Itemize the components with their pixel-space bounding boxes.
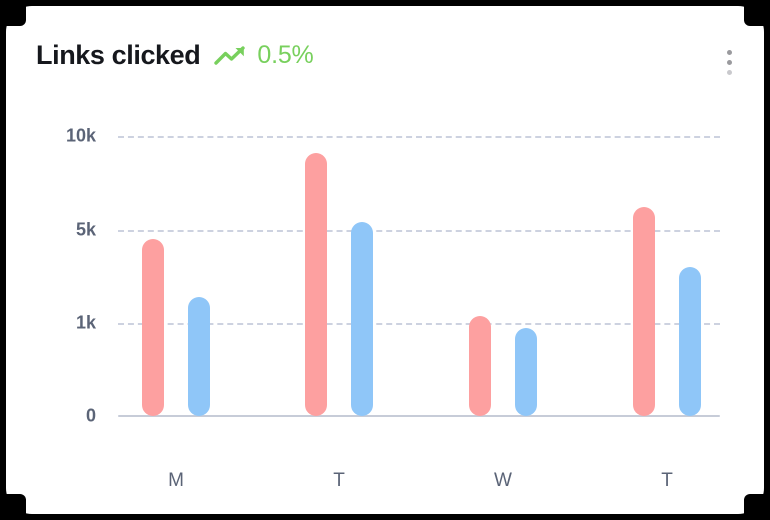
y-axis-tick-label: 10k [65, 125, 96, 146]
y-axis-tick-label: 5k [75, 219, 96, 240]
y-axis-tick-label: 1k [75, 312, 96, 333]
x-axis-tick-label: T [661, 470, 673, 491]
bar[interactable] [515, 327, 537, 416]
bar[interactable] [633, 207, 655, 416]
bar-group [142, 135, 210, 416]
plot-area: 10k 5k 1k 0 M T W T [66, 126, 720, 491]
bar[interactable] [469, 316, 491, 416]
corner-mark-bottom-right [744, 494, 770, 520]
corner-mark-top-left [0, 0, 26, 26]
screenshot-root: Links clicked 0.5% 10k 5k 1k 0 M T W T [0, 0, 770, 520]
metric-card: Links clicked 0.5% 10k 5k 1k 0 M T W T [6, 6, 764, 514]
bar[interactable] [351, 222, 373, 416]
x-axis-tick-label: M [168, 470, 184, 491]
bar[interactable] [142, 239, 164, 416]
bar-group [305, 135, 373, 416]
corner-mark-bottom-left [0, 494, 26, 520]
bar[interactable] [305, 152, 327, 416]
x-axis-tick-label: T [333, 470, 345, 491]
bar[interactable] [188, 297, 210, 416]
bar-group [469, 135, 537, 416]
x-axis-tick-label: W [494, 470, 512, 491]
bar-group [633, 135, 701, 416]
y-axis-tick-label: 0 [85, 405, 96, 426]
bar-chart: 10k 5k 1k 0 M T W T [6, 6, 764, 514]
bar[interactable] [679, 267, 701, 416]
corner-mark-top-right [744, 0, 770, 26]
